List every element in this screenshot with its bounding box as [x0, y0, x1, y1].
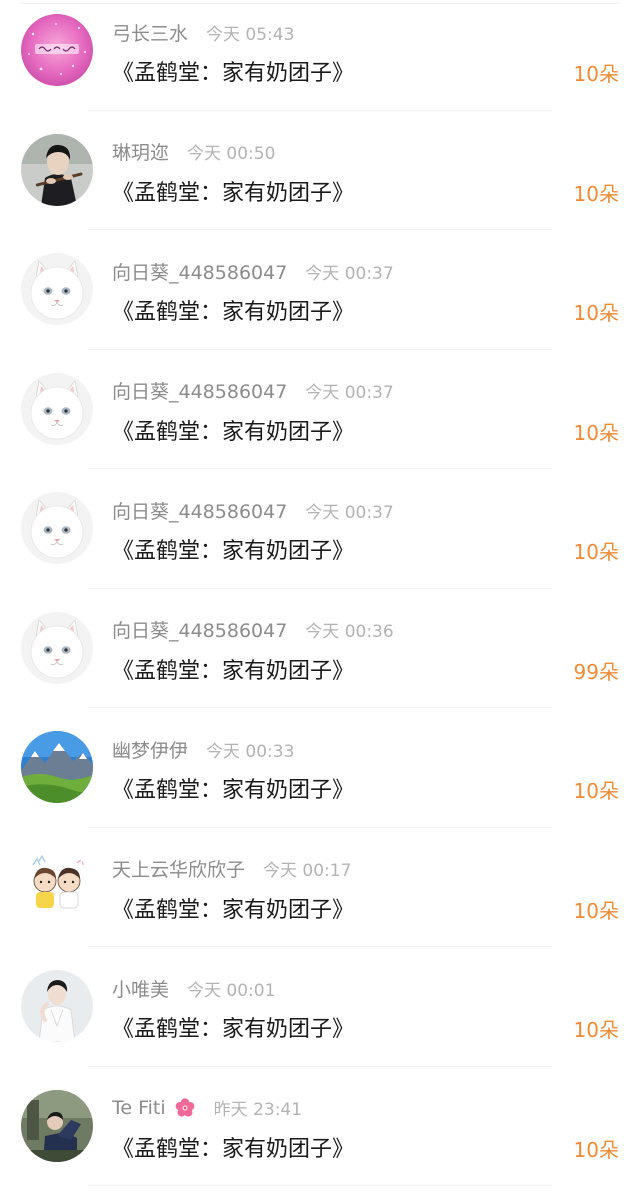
username[interactable]: 向日葵_448586047: [112, 497, 287, 524]
gift-title: 《孟鹤堂：家有奶团子》: [112, 61, 355, 86]
list-item[interactable]: 向日葵_448586047 今天 00:36 《孟鹤堂：家有奶团子》 99朵: [0, 598, 640, 718]
gift-title: 《孟鹤堂：家有奶团子》: [112, 1017, 355, 1042]
mountain-landscape-avatar[interactable]: [21, 731, 93, 803]
list-item[interactable]: 向日葵_448586047 今天 00:37 《孟鹤堂：家有奶团子》 10朵: [0, 478, 640, 598]
list-item[interactable]: 向日葵_448586047 今天 00:37 《孟鹤堂：家有奶团子》 10朵: [0, 359, 640, 479]
white-cat-avatar[interactable]: [21, 372, 93, 445]
item-meta: Te Fiti 昨天 23:41: [112, 1094, 302, 1122]
list-item[interactable]: 向日葵_448586047 今天 00:37 《孟鹤堂：家有奶团子》 10朵: [0, 239, 640, 359]
username[interactable]: 小唯美: [112, 975, 169, 1002]
username[interactable]: 向日葵_448586047: [112, 616, 287, 643]
username[interactable]: Te Fiti: [112, 1097, 166, 1119]
flower-count: 10朵: [573, 540, 619, 564]
username[interactable]: 琳玥迩: [112, 138, 169, 165]
person-seated-avatar[interactable]: [21, 1089, 93, 1162]
white-cat-avatar[interactable]: [21, 611, 93, 684]
gift-title: 《孟鹤堂：家有奶团子》: [112, 539, 355, 564]
username[interactable]: 弓长三水: [112, 19, 188, 46]
gift-title: 《孟鹤堂：家有奶团子》: [112, 419, 355, 445]
flower-count: 10朵: [573, 1018, 619, 1042]
flower-count: 10朵: [573, 420, 619, 445]
gift-title: 《孟鹤堂：家有奶团子》: [112, 658, 355, 684]
timestamp: 今天 00:01: [187, 980, 276, 1001]
item-meta: 向日葵_448586047 今天 00:37: [112, 377, 394, 405]
flower-count: 99朵: [573, 659, 619, 684]
flute-player-avatar[interactable]: [21, 133, 93, 206]
timestamp: 今天 00:50: [187, 144, 276, 164]
gift-title: 《孟鹤堂：家有奶团子》: [112, 778, 355, 803]
item-meta: 小唯美 今天 00:01: [112, 974, 275, 1002]
timestamp: 今天 00:37: [305, 263, 394, 284]
username[interactable]: 向日葵_448586047: [112, 258, 287, 285]
item-meta: 幽梦伊伊 今天 00:33: [112, 735, 294, 763]
gift-title: 《孟鹤堂：家有奶团子》: [112, 300, 355, 325]
flower-count: 10朵: [573, 898, 619, 923]
white-cat-avatar[interactable]: [21, 253, 93, 325]
item-meta: 向日葵_448586047 今天 00:36: [112, 616, 394, 644]
timestamp: 今天 00:17: [263, 861, 352, 881]
username[interactable]: 幽梦伊伊: [112, 736, 188, 763]
gift-record-list: 弓长三水 今天 05:43 《孟鹤堂：家有奶团子》 10朵 琳玥迩 今天 00:…: [0, 0, 640, 1195]
list-item[interactable]: 小唯美 今天 00:01 《孟鹤堂：家有奶团子》 10朵: [0, 956, 640, 1076]
gift-title: 《孟鹤堂：家有奶团子》: [112, 1136, 355, 1162]
list-item[interactable]: 幽梦伊伊 今天 00:33 《孟鹤堂：家有奶团子》 10朵: [0, 717, 640, 837]
item-meta: 弓长三水 今天 05:43: [112, 18, 294, 46]
item-meta: 向日葵_448586047 今天 00:37: [112, 257, 394, 285]
username[interactable]: 天上云华欣欣子: [112, 855, 245, 882]
timestamp: 今天 00:37: [305, 383, 394, 403]
flower-count: 10朵: [573, 62, 619, 86]
flower-count: 10朵: [573, 181, 619, 206]
flower-count: 10朵: [573, 779, 619, 803]
timestamp: 今天 05:43: [206, 24, 295, 45]
pink-flower-icon: [174, 1097, 196, 1119]
cartoon-kids-avatar[interactable]: [21, 850, 93, 923]
list-item[interactable]: 琳玥迩 今天 00:50 《孟鹤堂：家有奶团子》 10朵: [0, 120, 640, 240]
white-cat-avatar[interactable]: [21, 492, 93, 564]
flower-count: 10朵: [573, 1137, 619, 1162]
timestamp: 今天 00:36: [305, 622, 394, 642]
timestamp: 昨天 23:41: [213, 1100, 303, 1120]
timestamp: 今天 00:37: [305, 502, 394, 523]
person-white-outfit-avatar[interactable]: [21, 970, 93, 1042]
gift-title: 《孟鹤堂：家有奶团子》: [112, 897, 355, 923]
username[interactable]: 向日葵_448586047: [112, 377, 287, 404]
list-item[interactable]: 天上云华欣欣子 今天 00:17 《孟鹤堂：家有奶团子》 10朵: [0, 837, 640, 957]
timestamp: 今天 00:33: [206, 741, 295, 762]
item-meta: 向日葵_448586047 今天 00:37: [112, 496, 394, 524]
item-meta: 天上云华欣欣子 今天 00:17: [112, 855, 351, 883]
flower-count: 10朵: [573, 301, 619, 325]
pink-sparkle-avatar[interactable]: [21, 14, 93, 86]
list-item[interactable]: 弓长三水 今天 05:43 《孟鹤堂：家有奶团子》 10朵: [0, 0, 640, 120]
list-item[interactable]: Te Fiti 昨天 23:41 《孟鹤堂：家有奶团子》 10朵: [0, 1076, 640, 1196]
item-meta: 琳玥迩 今天 00:50: [112, 138, 275, 166]
gift-title: 《孟鹤堂：家有奶团子》: [112, 180, 355, 206]
